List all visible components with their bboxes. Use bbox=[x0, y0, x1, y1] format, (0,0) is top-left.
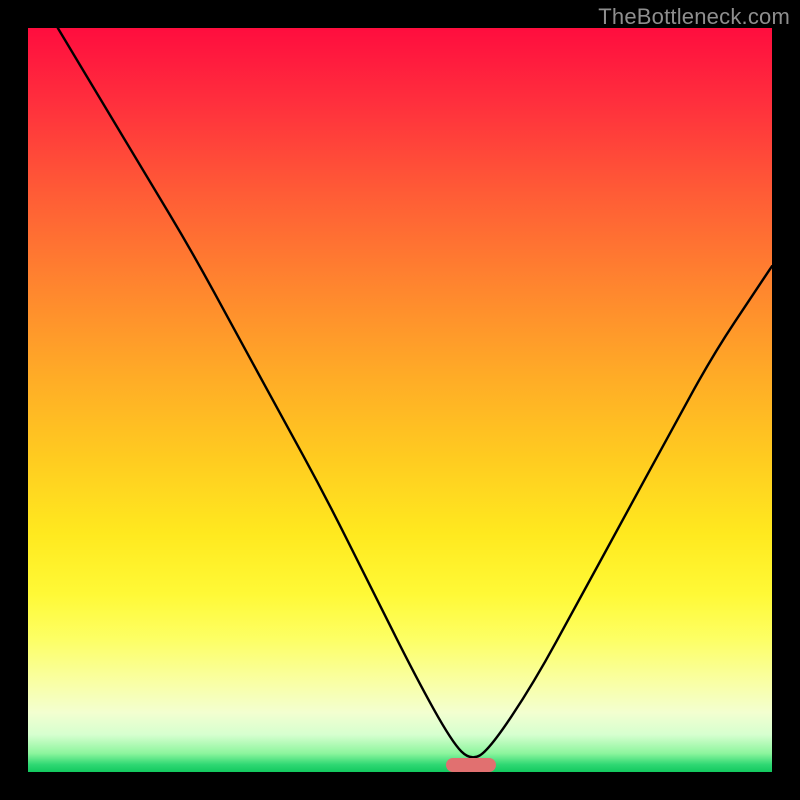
plot-area bbox=[28, 28, 772, 772]
optimum-marker bbox=[446, 758, 496, 772]
chart-frame: TheBottleneck.com bbox=[0, 0, 800, 800]
bottleneck-curve bbox=[28, 28, 772, 772]
watermark-text: TheBottleneck.com bbox=[598, 4, 790, 30]
